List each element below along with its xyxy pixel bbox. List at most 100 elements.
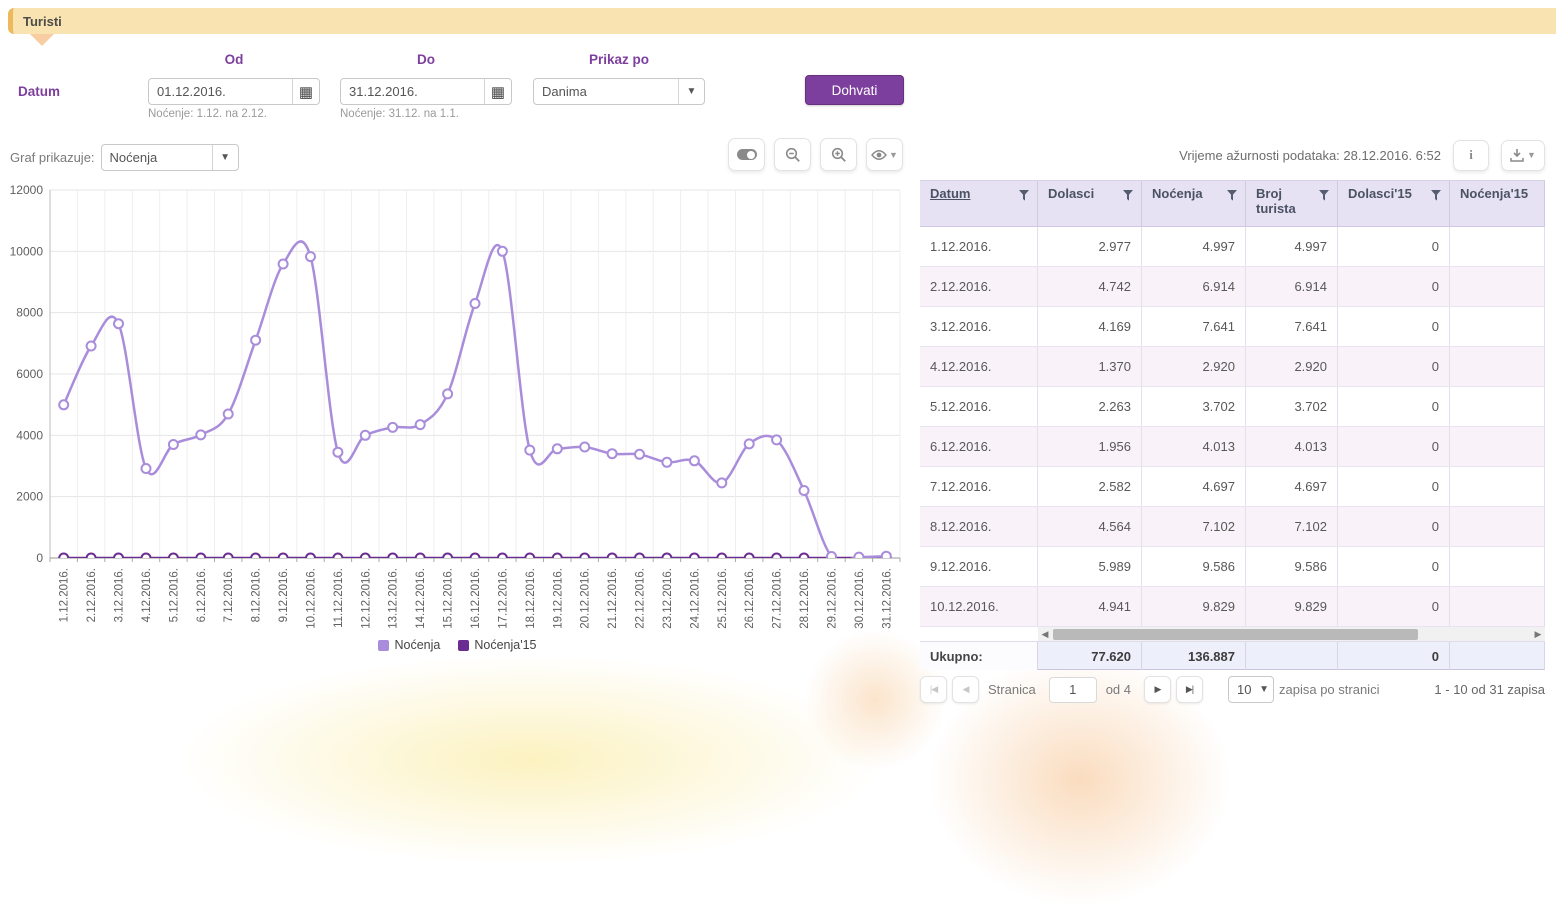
date-to-field: ▦ <box>340 78 512 105</box>
calendar-icon[interactable]: ▦ <box>484 79 511 104</box>
previous-page-button[interactable]: ◀ <box>952 676 979 703</box>
legend-label: Noćenja'15 <box>474 638 536 652</box>
table-row: 7.12.2016.2.5824.6974.6970 <box>920 467 1545 507</box>
column-header[interactable]: Broj turista <box>1246 181 1338 226</box>
table-cell: 4.742 <box>1038 267 1142 307</box>
info-button[interactable]: i <box>1453 140 1489 171</box>
column-header[interactable]: Dolasci'15 <box>1338 181 1450 226</box>
scroll-left-icon[interactable]: ◀ <box>1038 627 1052 642</box>
totals-row: Ukupno:77.620136.8870 <box>920 642 1545 670</box>
table-cell: 2.582 <box>1038 467 1142 507</box>
svg-text:8.12.2016.: 8.12.2016. <box>251 568 263 622</box>
line-chart: 0200040006000800010000120001.12.2016.2.1… <box>10 180 905 650</box>
totals-cell <box>1450 642 1545 670</box>
scroll-right-icon[interactable]: ▶ <box>1531 627 1545 642</box>
chevron-down-icon: ▼ <box>678 79 704 104</box>
date-to-input[interactable] <box>341 79 484 104</box>
column-header[interactable]: Dolasci <box>1038 181 1142 226</box>
svg-text:0: 0 <box>36 551 43 565</box>
scrollbar-thumb[interactable] <box>1053 629 1418 640</box>
download-icon <box>1510 149 1524 162</box>
table-cell: 7.12.2016. <box>920 467 1038 507</box>
do-column-label: Do <box>340 52 512 67</box>
table-cell <box>1450 307 1545 347</box>
decor-blob-yellow <box>180 655 880 865</box>
svg-text:2.12.2016.: 2.12.2016. <box>86 568 98 622</box>
table-cell: 0 <box>1338 427 1450 467</box>
table-cell: 0 <box>1338 387 1450 427</box>
last-page-button[interactable]: ▶| <box>1176 676 1203 703</box>
svg-text:21.12.2016.: 21.12.2016. <box>607 568 619 629</box>
legend-swatch <box>378 640 389 651</box>
page-label: Stranica <box>988 682 1036 697</box>
table-cell: 4.169 <box>1038 307 1142 347</box>
chevron-down-icon: ▼ <box>889 150 898 160</box>
table-cell: 2.920 <box>1142 347 1246 387</box>
table-cell: 7.102 <box>1142 507 1246 547</box>
date-from-hint: Noćenje: 1.12. na 2.12. <box>148 108 267 120</box>
dohvati-button[interactable]: Dohvati <box>805 75 904 105</box>
filter-icon[interactable] <box>1319 190 1329 201</box>
svg-text:27.12.2016.: 27.12.2016. <box>772 568 784 629</box>
legend-item[interactable]: Noćenja'15 <box>458 638 536 652</box>
svg-text:10.12.2016.: 10.12.2016. <box>306 568 318 629</box>
page-size-select[interactable]: 10 ▼ <box>1228 676 1274 703</box>
chevron-down-icon: ▼ <box>1527 150 1536 160</box>
svg-text:2000: 2000 <box>16 490 43 504</box>
column-header[interactable]: Datum <box>920 181 1038 226</box>
chart-legend[interactable]: Noćenja Noćenja'15 <box>10 638 905 652</box>
graf-prikazuje-value: Noćenja <box>102 150 212 165</box>
svg-text:6000: 6000 <box>16 367 43 381</box>
table-cell: 2.263 <box>1038 387 1142 427</box>
top-tab-bar[interactable]: Turisti <box>8 8 1556 34</box>
zoom-out-button[interactable] <box>774 138 811 171</box>
svg-text:7.12.2016.: 7.12.2016. <box>223 568 235 622</box>
svg-text:4000: 4000 <box>16 428 43 442</box>
chart-toggle-button[interactable] <box>728 138 765 171</box>
legend-item[interactable]: Noćenja <box>378 638 440 652</box>
table-row: 1.12.2016.2.9774.9974.9970 <box>920 227 1545 267</box>
prikaz-po-select[interactable]: Danima ▼ <box>533 78 705 105</box>
table-cell <box>1450 387 1545 427</box>
svg-text:29.12.2016.: 29.12.2016. <box>827 568 839 629</box>
table-cell: 1.370 <box>1038 347 1142 387</box>
svg-text:6.12.2016.: 6.12.2016. <box>196 568 208 622</box>
series-visibility-button[interactable]: ▼ <box>866 138 903 171</box>
column-header[interactable]: Noćenja'15 <box>1450 181 1545 226</box>
column-header-label: Noćenja'15 <box>1460 187 1528 202</box>
first-page-button[interactable]: |◀ <box>920 676 947 703</box>
table-cell: 3.12.2016. <box>920 307 1038 347</box>
date-from-input[interactable] <box>149 79 292 104</box>
graf-prikazuje-select[interactable]: Noćenja ▼ <box>101 144 239 171</box>
totals-cell: 136.887 <box>1142 642 1246 670</box>
table-cell: 3.702 <box>1142 387 1246 427</box>
table-cell: 0 <box>1338 507 1450 547</box>
table-cell: 4.697 <box>1142 467 1246 507</box>
chevron-down-icon: ▼ <box>212 145 238 170</box>
table-row: 2.12.2016.4.7426.9146.9140 <box>920 267 1545 307</box>
calendar-icon[interactable]: ▦ <box>292 79 319 104</box>
table-horizontal-scrollbar[interactable]: ◀ ▶ <box>1038 627 1545 641</box>
graf-prikazuje-label: Graf prikazuje: <box>10 150 95 165</box>
filter-icon[interactable] <box>1019 190 1029 201</box>
column-header[interactable]: Noćenja <box>1142 181 1246 226</box>
filter-icon[interactable] <box>1123 190 1133 201</box>
next-page-button[interactable]: ▶ <box>1144 676 1171 703</box>
legend-label: Noćenja <box>394 638 440 652</box>
export-button[interactable]: ▼ <box>1501 140 1545 171</box>
legend-swatch <box>458 640 469 651</box>
table-cell <box>1450 587 1545 627</box>
svg-text:12000: 12000 <box>10 183 43 197</box>
filter-icon[interactable] <box>1431 190 1441 201</box>
table-cell <box>1450 267 1545 307</box>
filter-icon[interactable] <box>1227 190 1237 201</box>
date-from-field: ▦ <box>148 78 320 105</box>
data-updated-text: Vrijeme ažurnosti podataka: 28.12.2016. … <box>1179 148 1441 163</box>
records-range-label: 1 - 10 od 31 zapisa <box>1434 682 1545 697</box>
page-number-input[interactable] <box>1049 677 1097 703</box>
table-row: 4.12.2016.1.3702.9202.9200 <box>920 347 1545 387</box>
prikaz-po-value: Danima <box>534 84 678 99</box>
svg-text:9.12.2016.: 9.12.2016. <box>278 568 290 622</box>
table-header-row: DatumDolasciNoćenjaBroj turistaDolasci'1… <box>920 181 1545 227</box>
zoom-in-button[interactable] <box>820 138 857 171</box>
